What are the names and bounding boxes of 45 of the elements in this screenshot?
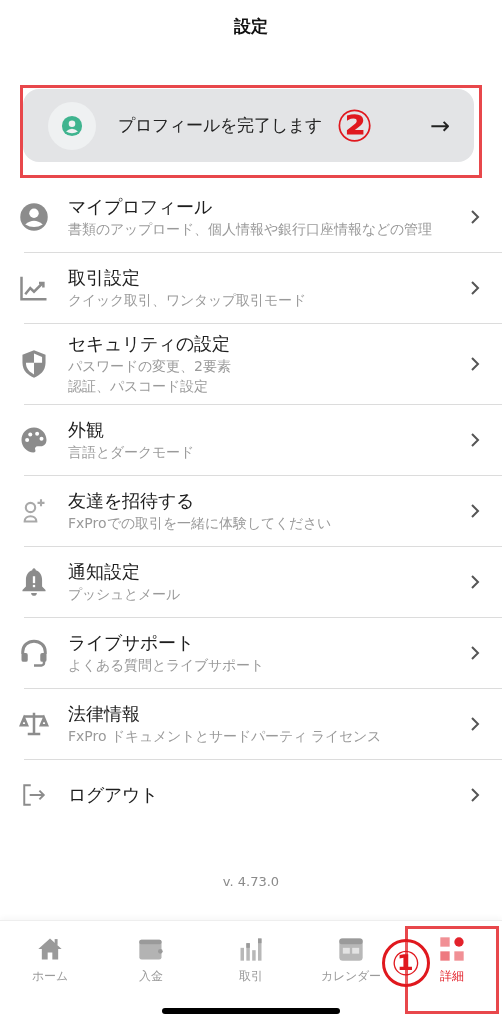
row-title: 法律情報	[68, 702, 141, 726]
chevron-icon	[470, 787, 480, 803]
chevron-icon	[470, 645, 480, 661]
avatar-icon	[48, 101, 96, 150]
row-title: セキュリティの設定	[68, 332, 231, 356]
settings-row[interactable]: マイプロフィール 書類のアップロード、個人情報や銀行口座情報などの管理	[0, 182, 502, 252]
complete-profile-button[interactable]: プロフィールを完了します ② →	[23, 89, 474, 162]
row-title: 通知設定	[68, 560, 141, 584]
row-subtitle: FxProでの取引を一緒に体験してください	[68, 514, 332, 533]
row-subtitle: パスワードの変更、2要素	[68, 357, 232, 376]
settings-row[interactable]: 通知設定 プッシュとメール	[0, 547, 502, 617]
row-subtitle: クイック取引、ワンタップ取引モード	[68, 291, 307, 310]
row-subtitle: よくある質問とライブサポート	[68, 656, 265, 675]
chevron-icon	[470, 574, 480, 590]
arrow-icon: →	[429, 113, 450, 138]
page-title: 設定	[234, 15, 268, 39]
row-subtitle: 言語とダークモード	[68, 443, 195, 462]
chevron-icon	[470, 432, 480, 448]
settings-row[interactable]: ライブサポート よくある質問とライブサポート	[0, 618, 502, 688]
version-text: v. 4.73.0	[222, 873, 280, 891]
row-title: ライブサポート	[68, 631, 195, 655]
annotation-number: ②	[336, 103, 374, 148]
chevron-icon	[470, 503, 480, 519]
row-subtitle: プッシュとメール	[68, 585, 181, 604]
chevron-icon	[470, 716, 480, 732]
settings-row[interactable]: 友達を招待する FxProでの取引を一緒に体験してください	[0, 476, 502, 546]
grid-icon	[437, 935, 466, 963]
row-subtitle: 書類のアップロード、個人情報や銀行口座情報などの管理	[68, 220, 433, 239]
headset-icon	[18, 638, 50, 668]
settings-row[interactable]: 法律情報 FxPro ドキュメントとサードパーティ ライセンス	[0, 689, 502, 759]
row-title: ログアウト	[68, 783, 159, 807]
settings-row[interactable]: 外観 言語とダークモード	[0, 405, 502, 475]
row-subtitle: 認証、パスコード設定	[68, 377, 209, 396]
row-title: 取引設定	[68, 266, 141, 290]
row-title: 友達を招待する	[68, 489, 195, 513]
row-subtitle: FxPro ドキュメントとサードパーティ ライセンス	[68, 727, 383, 746]
settings-row[interactable]: セキュリティの設定 パスワードの変更、2要素 認証、パスコード設定	[0, 324, 502, 404]
person-icon	[18, 202, 50, 232]
row-title: 外観	[68, 418, 105, 442]
chevron-icon	[470, 209, 480, 225]
settings-row[interactable]: 取引設定 クイック取引、ワンタップ取引モード	[0, 253, 502, 323]
chevron-icon	[470, 356, 480, 372]
row-title: マイプロフィール	[68, 195, 213, 219]
chevron-icon	[470, 280, 480, 296]
settings-row[interactable]: ログアウト	[0, 760, 502, 830]
